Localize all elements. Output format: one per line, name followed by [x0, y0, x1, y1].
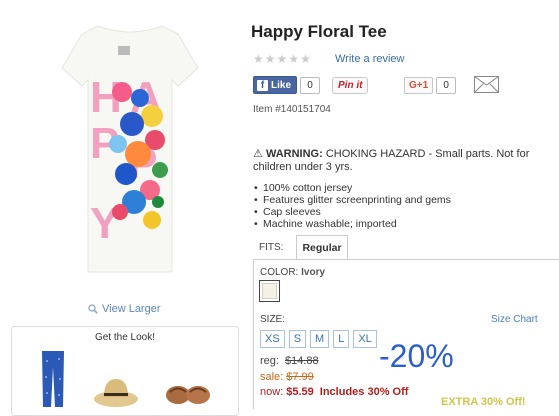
swatch-fill	[262, 283, 277, 299]
facebook-like-count: 0	[300, 76, 321, 94]
size-button-xs[interactable]: XS	[260, 330, 285, 348]
product-image[interactable]: H A P P Y	[60, 24, 200, 274]
write-review-link[interactable]: Write a review	[335, 53, 404, 65]
choking-warning: ⚠ WARNING: CHOKING HAZARD - Small parts.…	[253, 148, 543, 174]
size-button-s[interactable]: S	[288, 330, 307, 348]
color-label-text: COLOR:	[260, 267, 299, 278]
extra-discount-banner: EXTRA 30% Off!	[441, 396, 526, 408]
list-item: Features glitter screenprinting and gems	[254, 194, 451, 206]
regular-price-value: $14.88	[284, 355, 319, 367]
rating-stars[interactable]: ★★★★★	[253, 52, 312, 66]
size-button-xl[interactable]: XL	[353, 330, 377, 348]
view-larger-label: View Larger	[102, 303, 161, 315]
regular-price: reg: $14.88	[260, 355, 319, 367]
list-item: Cap sleeves	[254, 206, 451, 218]
sale-price-value: $7.99	[286, 371, 314, 383]
regular-price-label: reg:	[260, 355, 279, 367]
now-price-value: $5.59	[286, 386, 314, 398]
size-options: XS S M L XL	[260, 330, 377, 348]
size-button-m[interactable]: M	[310, 330, 330, 348]
google-plus-button[interactable]: G+1	[404, 77, 434, 94]
facebook-icon: f	[257, 79, 268, 91]
star-icon: ★	[253, 52, 265, 66]
color-swatch-ivory[interactable]	[259, 280, 280, 302]
size-chart-link[interactable]: Size Chart	[491, 314, 538, 325]
feature-list: 100% cotton jersey Features glitter scre…	[253, 182, 451, 230]
color-label: COLOR: Ivory	[260, 267, 325, 278]
email-icon[interactable]	[474, 76, 499, 93]
size-button-l[interactable]: L	[333, 330, 350, 348]
google-plus-count: 0	[436, 77, 457, 94]
magnifier-icon	[88, 304, 98, 314]
sale-price: sale: $7.99	[260, 371, 314, 383]
fits-label: FITS:	[259, 242, 284, 253]
star-icon: ★	[264, 52, 277, 66]
get-the-look-title: Get the Look!	[94, 332, 156, 343]
size-label: SIZE:	[260, 314, 286, 325]
star-icon: ★	[276, 52, 289, 66]
now-price: now: $5.59 Includes 30% Off	[260, 386, 408, 398]
tab-regular-fit[interactable]: Regular	[296, 235, 348, 260]
product-title: Happy Floral Tee	[251, 22, 387, 41]
color-value: Ivory	[301, 267, 326, 278]
view-larger-link[interactable]: View Larger	[88, 303, 161, 315]
facebook-like-button[interactable]: f Like	[253, 76, 298, 94]
discount-badge: -20%	[379, 338, 454, 374]
list-item: Machine washable; imported	[254, 218, 451, 230]
list-item: 100% cotton jersey	[254, 182, 451, 194]
item-number: Item #140151704	[253, 104, 331, 115]
warning-icon: ⚠	[253, 148, 263, 160]
pinterest-pin-button[interactable]: Pin it	[332, 77, 369, 94]
sandals-thumbnail[interactable]	[164, 375, 212, 409]
sale-price-label: sale:	[260, 371, 284, 383]
now-price-label: now:	[260, 386, 284, 398]
google-plus-widget: G+1 0	[404, 77, 457, 94]
star-icon: ★	[300, 52, 312, 66]
facebook-like-label: Like	[271, 79, 292, 91]
includes-discount-text: Includes 30% Off	[319, 386, 409, 398]
fits-selector: FITS: Regular	[253, 235, 559, 260]
warning-label: WARNING:	[265, 148, 323, 160]
facebook-like-widget: f Like 0	[253, 76, 321, 94]
blue-leggings-thumbnail[interactable]	[38, 349, 68, 409]
star-icon: ★	[288, 52, 301, 66]
straw-hat-thumbnail[interactable]	[92, 375, 140, 409]
